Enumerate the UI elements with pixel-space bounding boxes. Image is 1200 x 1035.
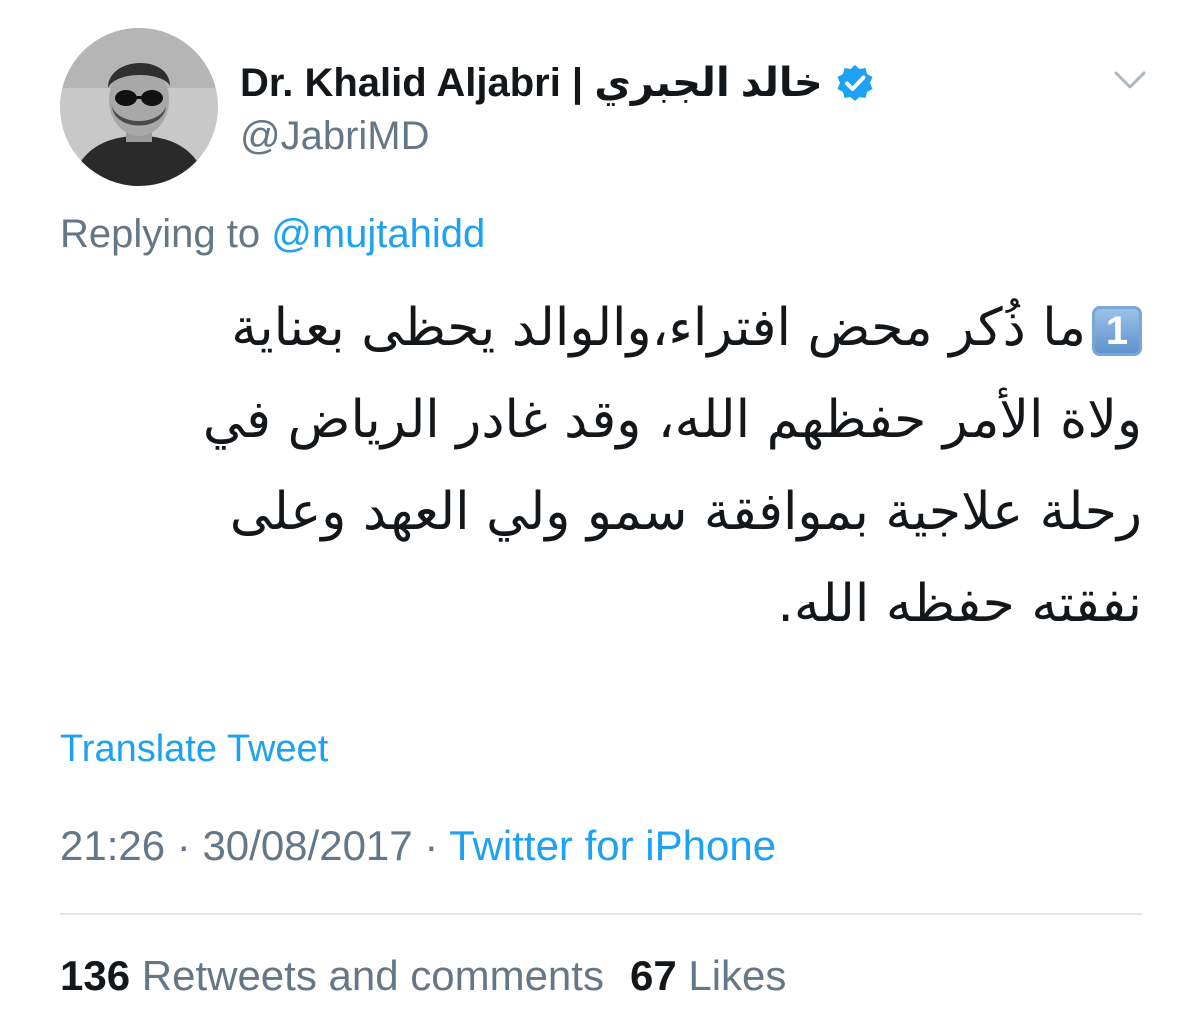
- likes-stat[interactable]: 67 Likes: [630, 952, 786, 999]
- chevron-down-icon[interactable]: [1110, 62, 1150, 98]
- likes-label: Likes: [688, 952, 787, 999]
- tweet-date: 30/08/2017: [202, 822, 413, 869]
- replying-prefix: Replying to: [60, 212, 261, 256]
- profile-photo: [60, 28, 218, 186]
- tweet-line-text: ما ذُكر محض افتراء،والوالد يحظى بعناية: [231, 298, 1086, 358]
- display-name-text[interactable]: Dr. Khalid Aljabri | خالد الجبري: [240, 60, 823, 106]
- likes-count: 67: [629, 952, 677, 999]
- keycap-one-emoji: 1: [1092, 306, 1142, 356]
- reply-mention-link[interactable]: @mujtahidd: [271, 212, 485, 256]
- meta-separator: ·: [165, 822, 203, 869]
- tweet-line: 1ما ذُكر محض افتراء،والوالد يحظى بعناية: [60, 282, 1142, 374]
- translate-tweet-link[interactable]: Translate Tweet: [60, 728, 328, 771]
- tweet-meta: 21:26 · 30/08/2017 · Twitter for iPhone: [60, 822, 776, 870]
- meta-separator: ·: [412, 822, 450, 869]
- tweet-body: 1ما ذُكر محض افتراء،والوالد يحظى بعناية …: [60, 282, 1142, 650]
- display-name[interactable]: Dr. Khalid Aljabri | خالد الجبري: [240, 58, 875, 108]
- verified-badge-icon: [837, 65, 873, 101]
- tweet-line: ولاة الأمر حفظهم الله، وقد غادر الرياض ف…: [202, 390, 1142, 450]
- tweet-line: نفقته حفظه الله.: [777, 574, 1142, 634]
- user-handle[interactable]: @JabriMD: [240, 114, 430, 159]
- divider: [60, 913, 1142, 915]
- retweets-count: 136: [60, 952, 131, 999]
- tweet-stats: 136 Retweets and comments 67 Likes: [60, 952, 786, 1000]
- tweet-source-link[interactable]: Twitter for iPhone: [449, 822, 776, 869]
- tweet-time: 21:26: [60, 822, 166, 869]
- replying-to: Replying to @mujtahidd: [60, 212, 485, 257]
- avatar[interactable]: [60, 28, 218, 186]
- tweet-detail: Dr. Khalid Aljabri | خالد الجبري @JabriM…: [0, 0, 1200, 1035]
- retweets-stat[interactable]: 136 Retweets and comments: [60, 952, 604, 999]
- tweet-line: رحلة علاجية بموافقة سمو ولي العهد وعلى: [229, 482, 1142, 542]
- retweets-label: Retweets and comments: [141, 952, 604, 999]
